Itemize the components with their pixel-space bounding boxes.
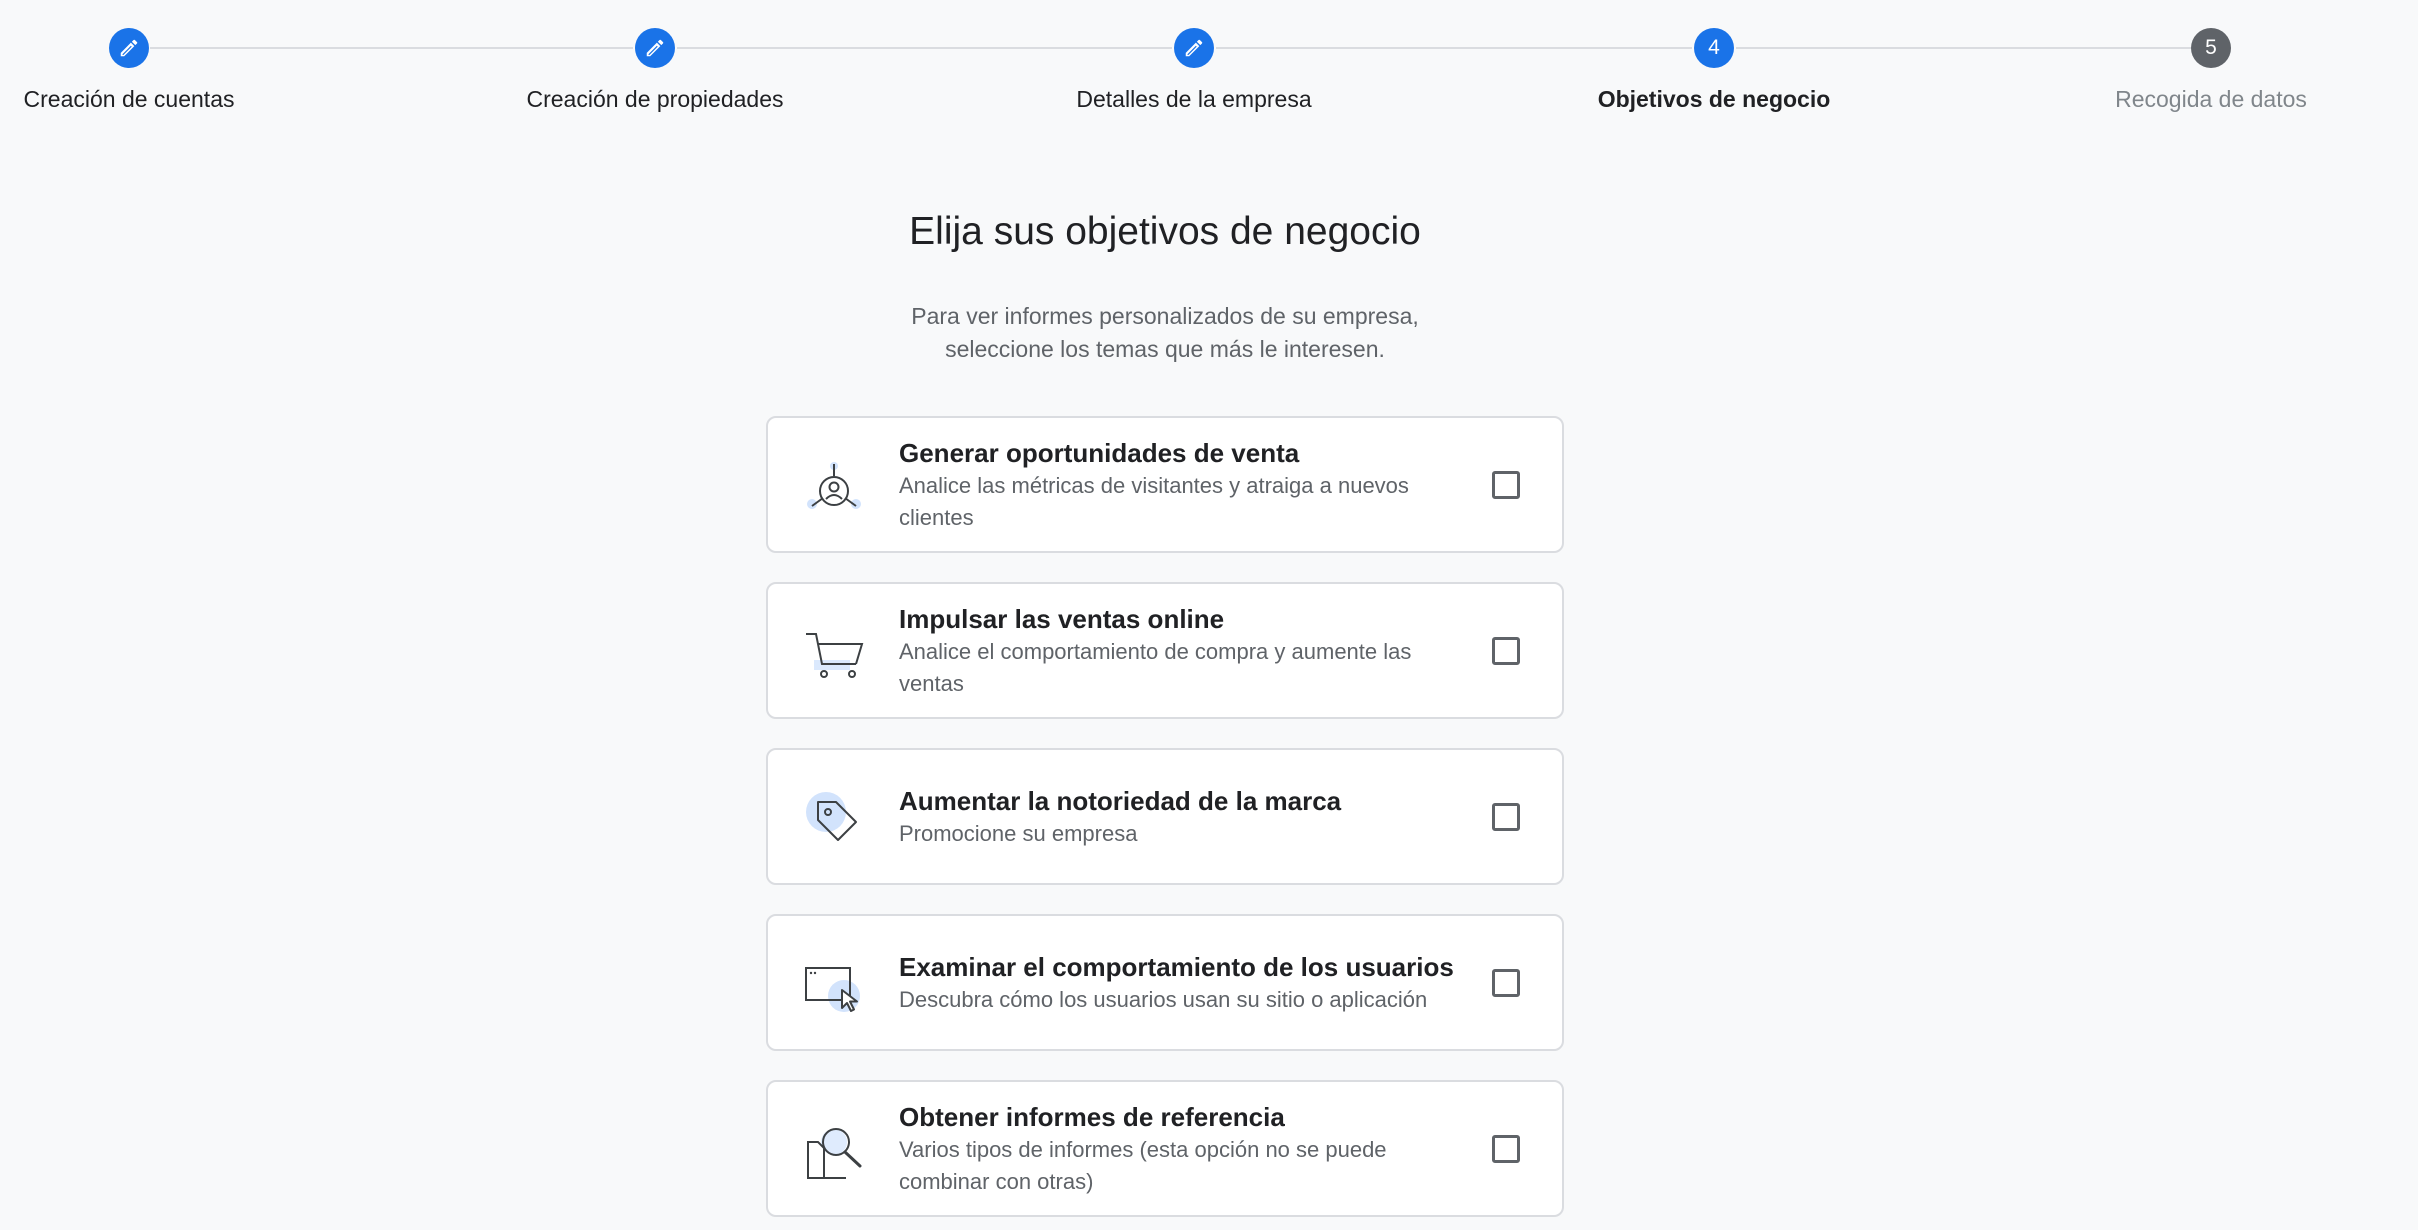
step-completed-marker <box>635 28 675 68</box>
pencil-icon <box>120 39 138 57</box>
browser-cursor-icon <box>805 967 860 1012</box>
step-number-marker: 5 <box>2191 28 2231 68</box>
goal-text: Examinar el comportamiento de los usuari… <box>899 916 1469 1049</box>
step-label: Creación de propiedades <box>526 86 784 112</box>
goal-description: Promocione su empresa <box>899 820 1138 846</box>
goal-checkbox[interactable] <box>1492 1134 1520 1163</box>
step-label: Recogida de datos <box>2115 86 2307 112</box>
goal-title: Obtener informes de referencia <box>899 1101 1285 1132</box>
pencil-icon <box>1185 39 1203 57</box>
goal-card-user-behavior[interactable]: Examinar el comportamiento de los usuari… <box>766 914 1564 1051</box>
step-label: Objetivos de negocio <box>1597 86 1831 112</box>
progress-stepper: Creación de cuentas Creación de propieda… <box>0 0 2418 140</box>
step-business-details[interactable]: Detalles de la empresa <box>944 28 1444 113</box>
page-subtitle: Para ver informes personalizados de su e… <box>911 303 1419 362</box>
step-account-creation[interactable]: Creación de cuentas <box>0 28 379 113</box>
step-completed-marker <box>1174 28 1214 68</box>
step-completed-marker <box>109 28 149 68</box>
step-label: Creación de cuentas <box>23 86 235 112</box>
goal-checkbox[interactable] <box>1492 968 1520 997</box>
goal-title: Aumentar la notoriedad de la marca <box>899 785 1342 816</box>
goal-card-lead-generation[interactable]: Generar oportunidades de venta Analice l… <box>766 416 1564 553</box>
goal-text: Impulsar las ventas online Analice el co… <box>899 584 1469 717</box>
goal-text: Generar oportunidades de venta Analice l… <box>899 418 1469 551</box>
tag-icon <box>806 792 857 841</box>
goal-checkbox[interactable] <box>1492 802 1520 831</box>
goal-description: Varios tipos de informes (esta opción no… <box>899 1136 1387 1194</box>
goal-title: Examinar el comportamiento de los usuari… <box>899 951 1454 982</box>
goal-checkbox[interactable] <box>1492 636 1520 665</box>
goal-description: Analice las métricas de visitantes y atr… <box>899 472 1409 530</box>
goal-card-online-sales[interactable]: Impulsar las ventas online Analice el co… <box>766 582 1564 719</box>
goal-text: Aumentar la notoriedad de la marca Promo… <box>899 750 1469 883</box>
document-magnifier-icon <box>807 1128 862 1179</box>
goal-title: Generar oportunidades de venta <box>899 437 1300 468</box>
step-number-marker: 4 <box>1694 28 1734 68</box>
goal-text: Obtener informes de referencia Varios ti… <box>899 1082 1469 1215</box>
goal-card-brand-awareness[interactable]: Aumentar la notoriedad de la marca Promo… <box>766 748 1564 885</box>
step-business-objectives: 4 Objetivos de negocio <box>1464 28 1964 113</box>
step-property-creation[interactable]: Creación de propiedades <box>405 28 905 113</box>
shopping-cart-icon <box>806 633 864 678</box>
goal-title: Impulsar las ventas online <box>899 603 1225 634</box>
page-title: Elija sus objetivos de negocio <box>909 210 1421 253</box>
goal-description: Descubra cómo los usuarios usan su sitio… <box>899 986 1428 1012</box>
pencil-icon <box>646 39 664 57</box>
goal-card-baseline-reports[interactable]: Obtener informes de referencia Varios ti… <box>766 1080 1564 1217</box>
goal-description: Analice el comportamiento de compra y au… <box>899 638 1412 696</box>
lead-generation-icon <box>807 462 861 509</box>
goal-checkbox[interactable] <box>1492 470 1520 499</box>
step-data-collection: 5 Recogida de datos <box>1961 28 2418 113</box>
step-label: Detalles de la empresa <box>1076 86 1312 112</box>
